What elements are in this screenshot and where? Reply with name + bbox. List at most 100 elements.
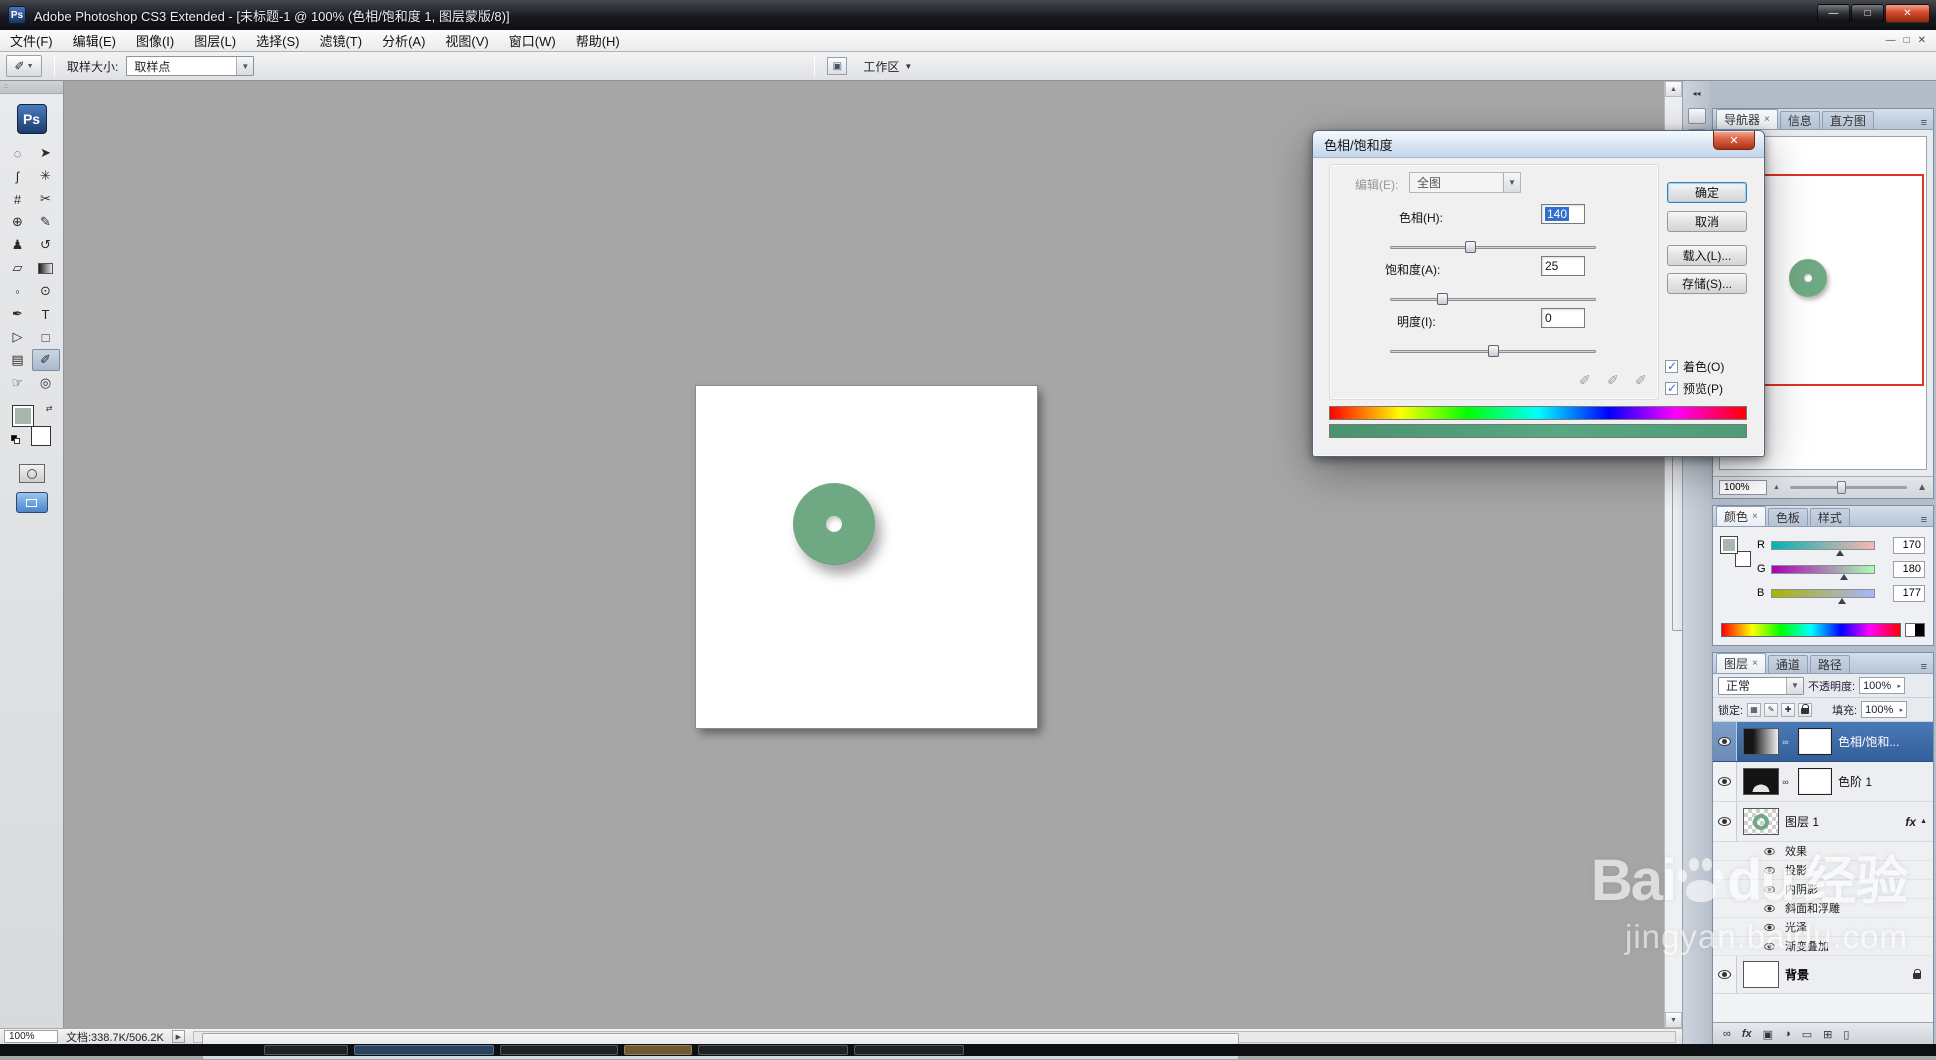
eye-icon[interactable] (1764, 866, 1775, 874)
taskbar-button[interactable] (354, 1045, 494, 1055)
layer-thumbnail[interactable] (1743, 808, 1779, 835)
doc-restore-icon[interactable]: □ (1904, 35, 1910, 46)
canvas-horizontal-scrollbar[interactable] (192, 1030, 1676, 1060)
red-value-field[interactable]: 170 (1893, 536, 1925, 554)
visibility-toggle[interactable] (1713, 722, 1737, 761)
menu-select[interactable]: 选择(S) (246, 30, 309, 51)
new-group-icon[interactable]: ▭ (1802, 1028, 1812, 1041)
path-selection-tool[interactable]: ▷ (4, 326, 32, 348)
lock-transparency-icon[interactable]: ▦ (1747, 702, 1762, 717)
ok-button[interactable]: 确定 (1667, 182, 1747, 203)
elliptical-marquee-tool[interactable]: ◌ (4, 142, 32, 164)
visibility-toggle[interactable] (1713, 762, 1737, 801)
layer-name[interactable]: 图层 1 (1785, 813, 1819, 830)
tab-paths[interactable]: 路径 (1809, 655, 1850, 673)
navigator-zoom-field[interactable]: 100% (1719, 480, 1767, 495)
blend-mode-dropdown[interactable]: 正常 ▼ (1718, 676, 1804, 695)
tab-close-icon[interactable]: × (1752, 511, 1758, 522)
panel-menu-icon[interactable]: ≡ (1921, 661, 1933, 673)
close-button[interactable]: ✕ (1885, 4, 1930, 23)
tab-navigator[interactable]: 导航器 × (1716, 109, 1778, 129)
eye-icon[interactable] (1764, 904, 1775, 912)
foreground-background-widget[interactable] (1720, 536, 1751, 567)
tab-histogram[interactable]: 直方图 (1821, 111, 1874, 129)
saturation-slider[interactable] (1390, 292, 1596, 306)
background-color-swatch[interactable] (30, 426, 51, 446)
eye-icon[interactable] (1764, 942, 1775, 950)
menu-file[interactable]: 文件(F) (0, 30, 63, 51)
doc-minimize-icon[interactable]: — (1886, 35, 1896, 46)
healing-brush-tool[interactable]: ⊕ (4, 211, 32, 233)
lock-position-icon[interactable]: ✚ (1781, 702, 1796, 717)
menu-layer[interactable]: 图层(L) (184, 30, 246, 51)
panel-menu-icon[interactable]: ≡ (1921, 514, 1933, 526)
lightness-slider[interactable] (1390, 344, 1596, 358)
preview-checkbox[interactable]: 预览(P) (1665, 380, 1723, 397)
pen-tool[interactable]: ✒ (4, 303, 32, 325)
add-layer-style-icon[interactable]: fx (1742, 1028, 1752, 1040)
scroll-down-icon[interactable]: ▼ (1665, 1012, 1682, 1028)
document-canvas[interactable] (696, 386, 1037, 728)
add-layer-mask-icon[interactable]: ▣ (1763, 1028, 1773, 1041)
slider-thumb[interactable] (1836, 549, 1845, 556)
slice-tool[interactable]: ✂ (32, 188, 60, 210)
zoom-level-field[interactable]: 100% (4, 1030, 58, 1043)
layer-name[interactable]: 背景 (1785, 966, 1809, 983)
tab-close-icon[interactable]: × (1752, 658, 1758, 669)
effect-row-gradient-overlay[interactable]: 渐变叠加 (1713, 937, 1933, 956)
navigator-zoom-slider[interactable] (1789, 481, 1908, 494)
type-tool[interactable]: T (32, 303, 60, 325)
menu-filter[interactable]: 滤镜(T) (309, 30, 372, 51)
menu-image[interactable]: 图像(I) (126, 30, 184, 51)
blur-tool[interactable]: ◦ (4, 280, 32, 302)
taskbar-button[interactable] (500, 1045, 618, 1055)
zoom-in-icon[interactable]: ▲ (1917, 482, 1927, 493)
shape-tool[interactable]: □ (32, 326, 60, 348)
checkbox-icon[interactable] (1665, 359, 1678, 373)
sample-size-dropdown[interactable]: 取样点 ▼ (126, 56, 255, 76)
layer-name[interactable]: 色相/饱和... (1838, 733, 1899, 750)
eye-icon[interactable] (1764, 923, 1775, 931)
tab-info[interactable]: 信息 (1779, 111, 1820, 129)
zoom-slider-thumb[interactable] (1836, 481, 1846, 494)
checkbox-icon[interactable] (1665, 381, 1678, 395)
scroll-up-icon[interactable]: ▲ (1665, 81, 1682, 97)
new-layer-icon[interactable]: ⊞ (1823, 1028, 1832, 1041)
hand-tool[interactable]: ☞ (4, 372, 32, 394)
tab-styles[interactable]: 样式 (1809, 508, 1850, 526)
status-flyout-button[interactable]: ▶ (171, 1030, 185, 1043)
foreground-color-swatch[interactable] (11, 405, 34, 427)
quick-mask-button[interactable] (18, 464, 45, 483)
default-colors-icon[interactable] (10, 435, 20, 444)
menu-analysis[interactable]: 分析(A) (372, 30, 435, 51)
eraser-tool[interactable]: ▱ (4, 257, 32, 279)
panel-menu-icon[interactable]: ≡ (1921, 117, 1933, 129)
fill-field[interactable]: 100% ▸ (1861, 701, 1908, 718)
layer-effects-badge[interactable]: fx ▲ (1905, 815, 1933, 829)
minimize-button[interactable]: — (1817, 4, 1850, 23)
slider-thumb[interactable] (1488, 345, 1499, 357)
tab-swatches[interactable]: 色板 (1767, 508, 1808, 526)
adjustment-thumbnail[interactable] (1743, 728, 1779, 755)
adjustment-thumbnail[interactable] (1743, 768, 1779, 795)
menu-help[interactable]: 帮助(H) (566, 30, 630, 51)
magic-wand-tool[interactable]: ✳ (32, 165, 60, 187)
black-white-swatch[interactable] (1905, 623, 1925, 637)
spinner-arrow-icon[interactable]: ▸ (1900, 706, 1904, 714)
clone-stamp-tool[interactable]: ♟ (4, 234, 32, 256)
tab-layers[interactable]: 图层 × (1716, 653, 1766, 673)
slider-thumb[interactable] (1838, 597, 1847, 604)
link-layers-icon[interactable]: ∞ (1723, 1028, 1731, 1040)
visibility-toggle[interactable] (1713, 802, 1737, 841)
move-tool[interactable]: ➤ (32, 142, 60, 164)
color-spectrum-bar[interactable] (1721, 623, 1901, 637)
visibility-toggle[interactable] (1713, 956, 1737, 993)
effects-header-row[interactable]: 效果 (1713, 842, 1933, 861)
delete-layer-icon[interactable]: ▯ (1843, 1028, 1849, 1041)
blue-slider[interactable] (1771, 588, 1875, 604)
effect-row-inner-shadow[interactable]: 内阴影 (1713, 880, 1933, 899)
saturation-field[interactable]: 25 (1541, 256, 1585, 276)
cancel-button[interactable]: 取消 (1667, 211, 1747, 232)
menu-window[interactable]: 窗口(W) (499, 30, 566, 51)
eye-icon[interactable] (1764, 847, 1775, 855)
